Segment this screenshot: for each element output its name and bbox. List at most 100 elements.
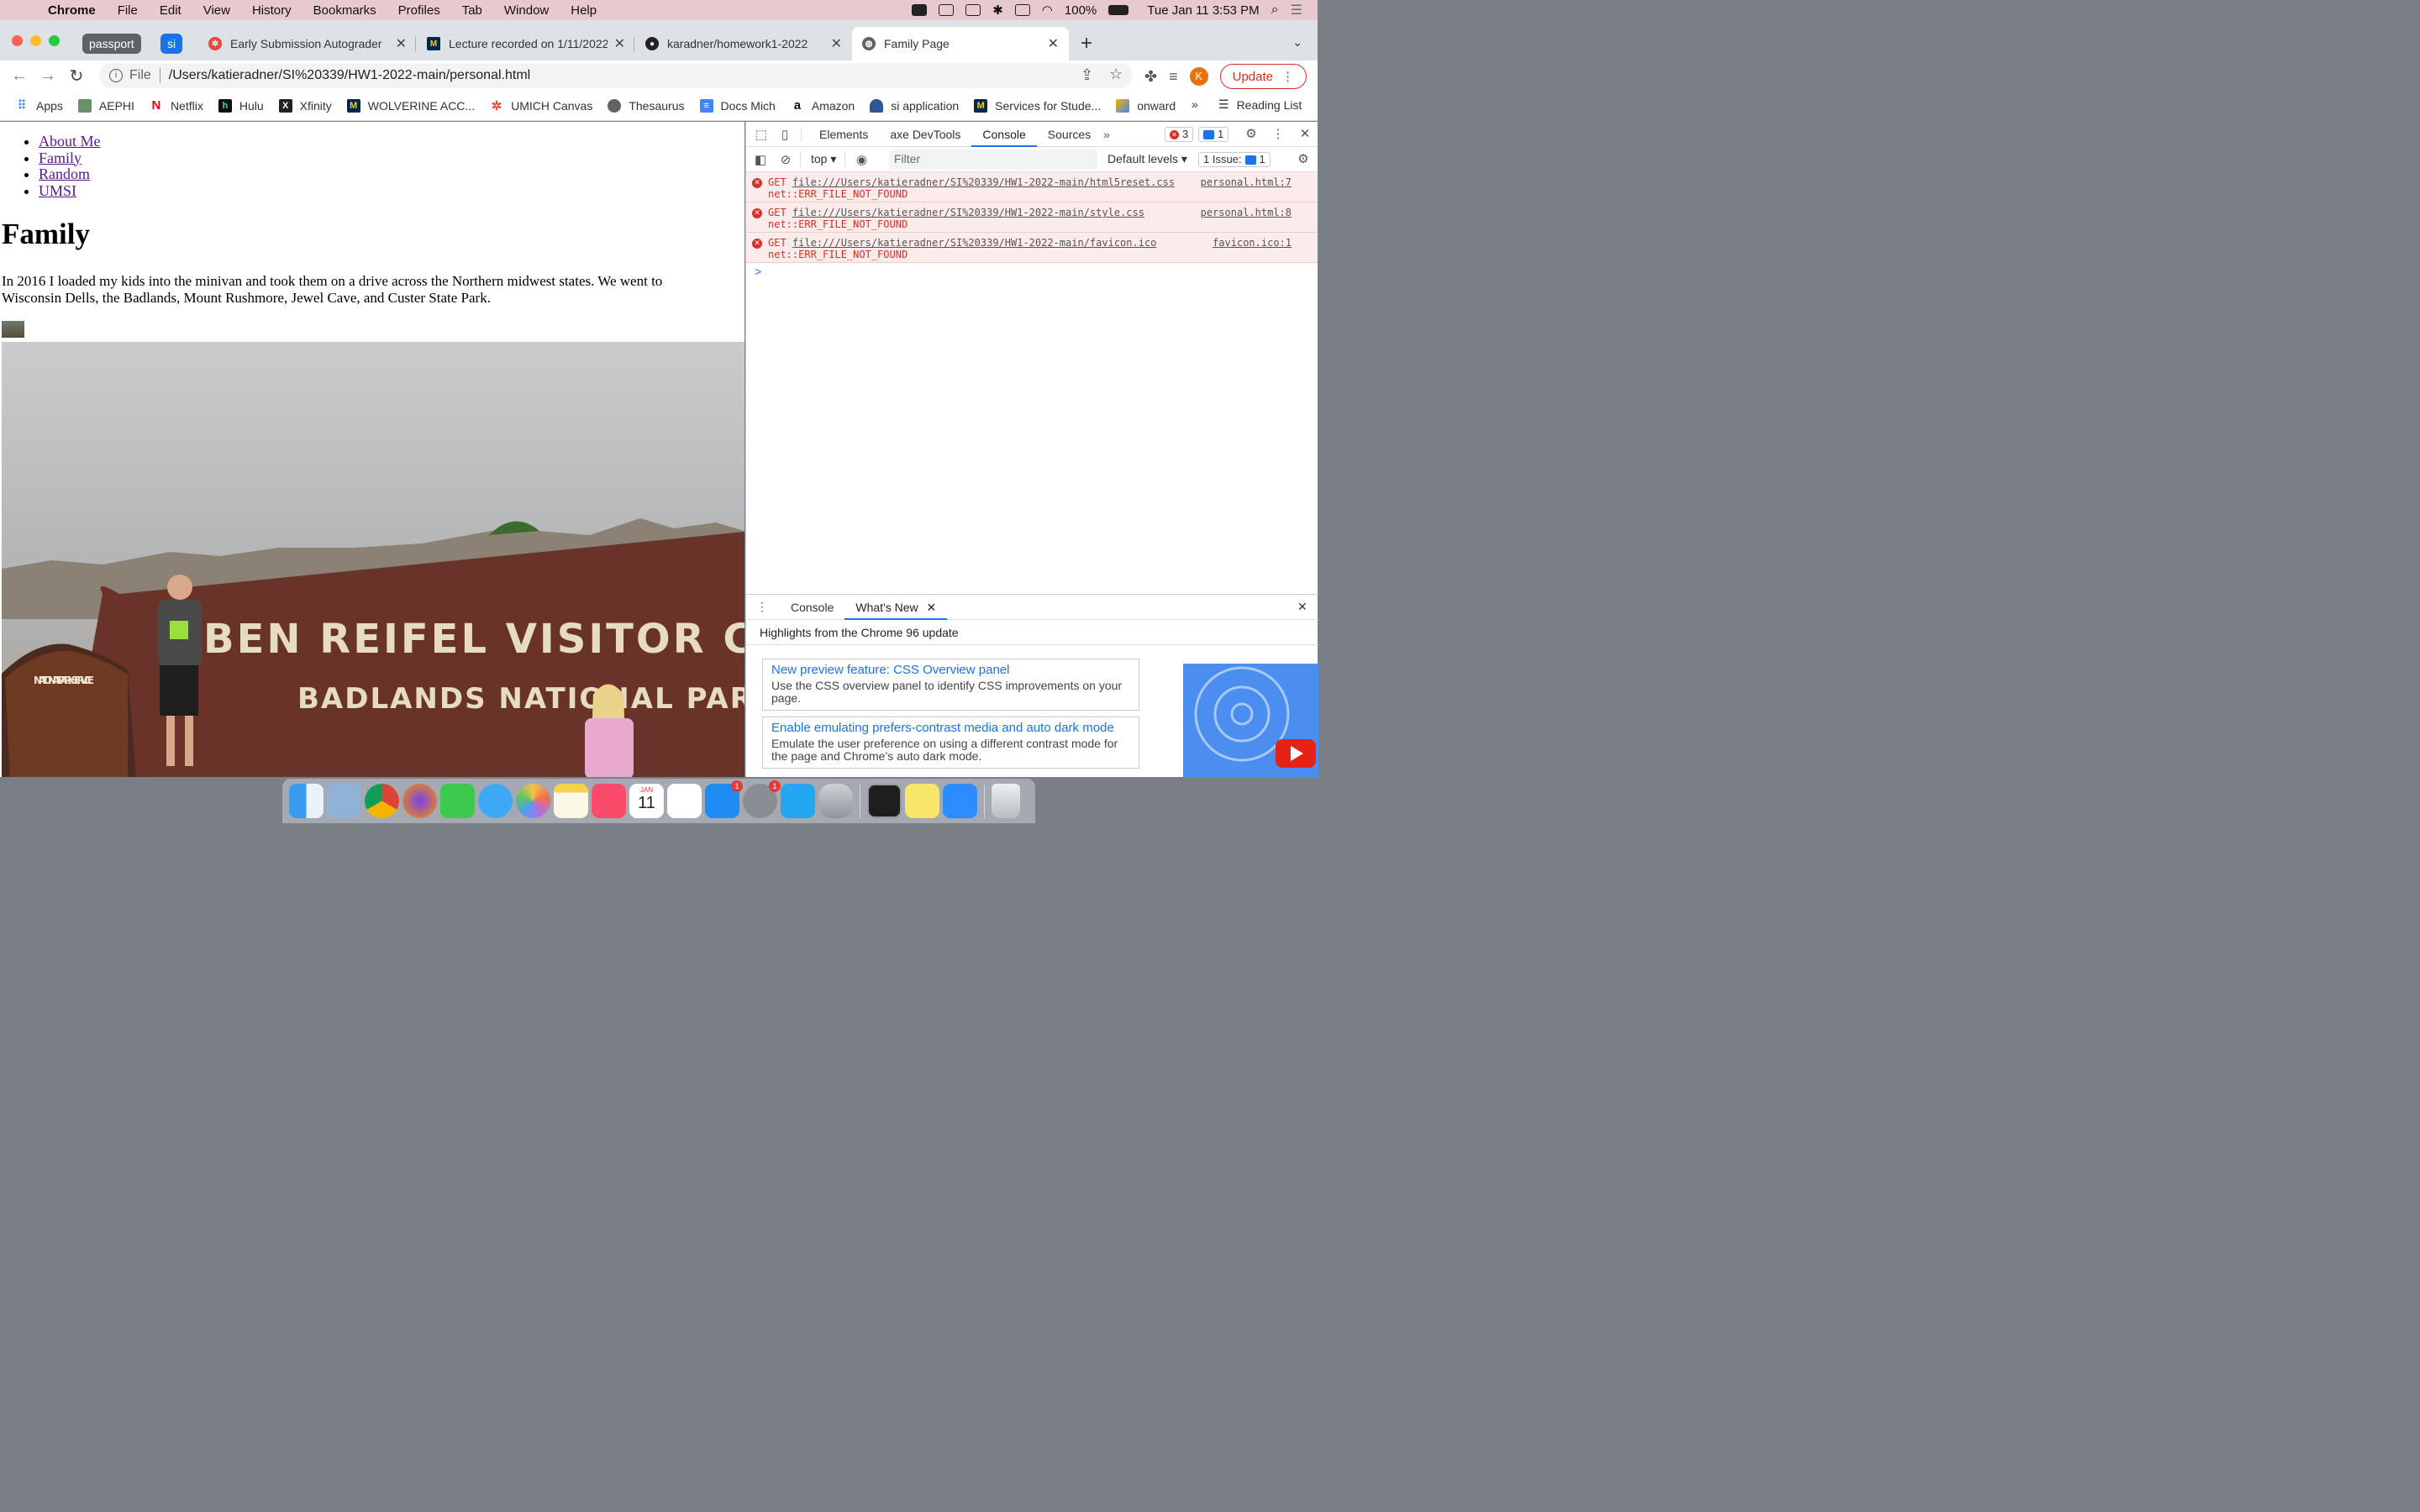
menu-file[interactable]: File (107, 3, 149, 18)
reminders-icon[interactable] (667, 784, 702, 818)
notes-icon[interactable] (554, 784, 588, 818)
app-store-icon[interactable]: 1 (705, 780, 743, 818)
device-toolbar-icon[interactable]: ▯ (777, 127, 792, 142)
settings-gear-icon[interactable]: ⚙ (1244, 126, 1259, 141)
source-link[interactable]: personal.html:7 (1201, 176, 1292, 188)
drawer-menu-icon[interactable]: ⋮ (756, 600, 768, 614)
keyboard-icon[interactable] (1014, 4, 1030, 16)
bookmark-onward[interactable]: onward (1116, 98, 1176, 113)
vscode-icon[interactable] (781, 784, 815, 818)
close-tab-icon[interactable]: ✕ (1048, 35, 1059, 52)
menu-help[interactable]: Help (560, 3, 608, 18)
tab-sources[interactable]: Sources (1037, 122, 1102, 147)
spotlight-search-icon[interactable]: ⌕ (1271, 3, 1279, 18)
kebab-menu-icon[interactable]: ⋮ (1270, 126, 1286, 141)
forward-arrow-icon[interactable]: → (34, 66, 62, 86)
whats-new-video-thumbnail[interactable] (1183, 664, 1318, 778)
bookmarks-overflow-button[interactable]: » (1192, 97, 1198, 111)
menu-tab[interactable]: Tab (451, 3, 493, 18)
drawer-tab-console[interactable]: Console (780, 595, 844, 620)
tab-elements[interactable]: Elements (808, 122, 879, 147)
console-settings-gear-icon[interactable]: ⚙ (1296, 151, 1311, 166)
trash-icon[interactable] (992, 784, 1020, 818)
extensions-puzzle-icon[interactable]: ✤ (1144, 68, 1157, 86)
nav-link-random[interactable]: Random (39, 165, 90, 182)
drawer-tab-whats-new[interactable]: What's New ✕ (844, 595, 948, 620)
tab-console[interactable]: Console (971, 122, 1037, 147)
console-error-row[interactable]: ✕ GET file:///Users/katieradner/SI%20339… (746, 172, 1318, 202)
update-button[interactable]: Update ⋮ (1219, 64, 1307, 89)
more-tabs-icon[interactable]: » (1103, 128, 1110, 141)
menu-history[interactable]: History (241, 3, 302, 18)
card-title[interactable]: Enable emulating prefers-contrast media … (771, 721, 1130, 736)
menu-view[interactable]: View (192, 3, 241, 18)
source-link[interactable]: personal.html:8 (1201, 207, 1292, 218)
nav-link-family[interactable]: Family (39, 150, 82, 166)
battery-icon[interactable] (1108, 5, 1129, 15)
chrome-icon[interactable] (365, 784, 399, 818)
console-error-row[interactable]: ✕ GET file:///Users/katieradner/SI%20339… (746, 233, 1318, 263)
menu-window[interactable]: Window (493, 3, 560, 18)
sidebar-toggle-icon[interactable]: ◧ (753, 152, 768, 167)
profile-avatar[interactable]: K (1189, 67, 1208, 86)
console-prompt[interactable]: > (755, 265, 761, 278)
bookmark-canvas[interactable]: ✲ UMICH Canvas (490, 99, 593, 113)
menu-edit[interactable]: Edit (149, 3, 192, 18)
console-error-row[interactable]: ✕ GET file:///Users/katieradner/SI%20339… (746, 202, 1318, 233)
reading-list-button[interactable]: ☰ Reading List (1218, 97, 1302, 112)
bookmark-apps[interactable]: ⠿ Apps (15, 98, 63, 113)
stickies-icon[interactable] (905, 784, 939, 818)
whats-new-card[interactable]: Enable emulating prefers-contrast media … (762, 717, 1139, 769)
minimize-window-button[interactable] (30, 35, 41, 46)
nav-link-umsi[interactable]: UMSI (39, 182, 76, 199)
tab-group-passport[interactable]: passport (82, 34, 141, 54)
bookmark-services[interactable]: M Services for Stude... (974, 98, 1101, 113)
bookmark-netflix[interactable]: N Netflix (150, 98, 203, 113)
error-count-badge[interactable]: ✕ 3 (1165, 127, 1194, 142)
close-tab-icon[interactable]: ✕ (927, 601, 937, 614)
bluetooth-icon[interactable]: ✱ (992, 3, 1003, 18)
close-devtools-icon[interactable]: ✕ (1297, 126, 1313, 141)
tab-axe-devtools[interactable]: axe DevTools (879, 122, 971, 147)
database-icon[interactable] (818, 784, 853, 818)
zoom-status-icon[interactable] (912, 4, 928, 16)
bookmark-aephi[interactable]: AEPHI (77, 98, 134, 113)
terminal-icon[interactable] (867, 784, 902, 818)
back-arrow-icon[interactable]: ← (5, 66, 34, 86)
close-drawer-icon[interactable]: ✕ (1297, 600, 1307, 614)
tab-github[interactable]: ● karadner/homework1-2022 ✕ (635, 27, 852, 60)
battery-percent[interactable]: 100% (1065, 3, 1097, 18)
request-url[interactable]: file:///Users/katieradner/SI%20339/HW1-2… (792, 237, 1156, 249)
new-tab-button[interactable]: + (1081, 32, 1092, 55)
close-tab-icon[interactable]: ✕ (614, 35, 625, 52)
zoom-icon[interactable] (943, 784, 977, 818)
bookmark-si-application[interactable]: si application (870, 98, 959, 113)
calendar-icon[interactable]: JAN 11 (629, 784, 664, 818)
bookmark-amazon[interactable]: a Amazon (791, 98, 855, 113)
control-center-icon[interactable]: ☰ (1291, 2, 1302, 18)
message-count-badge[interactable]: 1 (1198, 127, 1229, 142)
info-icon[interactable]: i (109, 69, 123, 82)
photos-icon[interactable] (516, 784, 550, 818)
airplay-icon[interactable] (965, 4, 981, 16)
card-title[interactable]: New preview feature: CSS Overview panel (771, 663, 1130, 678)
nav-link-about[interactable]: About Me (39, 133, 101, 150)
system-preferences-icon[interactable]: 1 (743, 780, 781, 818)
issues-badge[interactable]: 1 Issue: 1 (1198, 152, 1270, 167)
bookmark-xfinity[interactable]: X Xfinity (278, 98, 332, 113)
close-window-button[interactable] (12, 35, 23, 46)
bookmark-docs[interactable]: ≡ Docs Mich (699, 98, 776, 113)
eye-icon[interactable]: ◉ (854, 152, 869, 167)
media-playlist-icon[interactable]: ≡ (1169, 68, 1178, 86)
preview-icon[interactable] (327, 784, 361, 818)
close-tab-icon[interactable]: ✕ (831, 35, 842, 52)
reload-icon[interactable]: ↻ (62, 66, 91, 87)
messages-icon[interactable] (478, 784, 513, 818)
maximize-window-button[interactable] (49, 35, 60, 46)
tab-family-page[interactable]: ◍ Family Page ✕ (852, 27, 1069, 60)
wifi-icon[interactable]: ◠ (1042, 3, 1053, 18)
address-bar[interactable]: i File /Users/katieradner/SI%20339/HW1-2… (99, 63, 1133, 88)
whats-new-card[interactable]: New preview feature: CSS Overview panel … (762, 659, 1139, 711)
log-levels-dropdown[interactable]: Default levels ▾ (1107, 152, 1187, 166)
finder-icon[interactable] (289, 784, 324, 818)
